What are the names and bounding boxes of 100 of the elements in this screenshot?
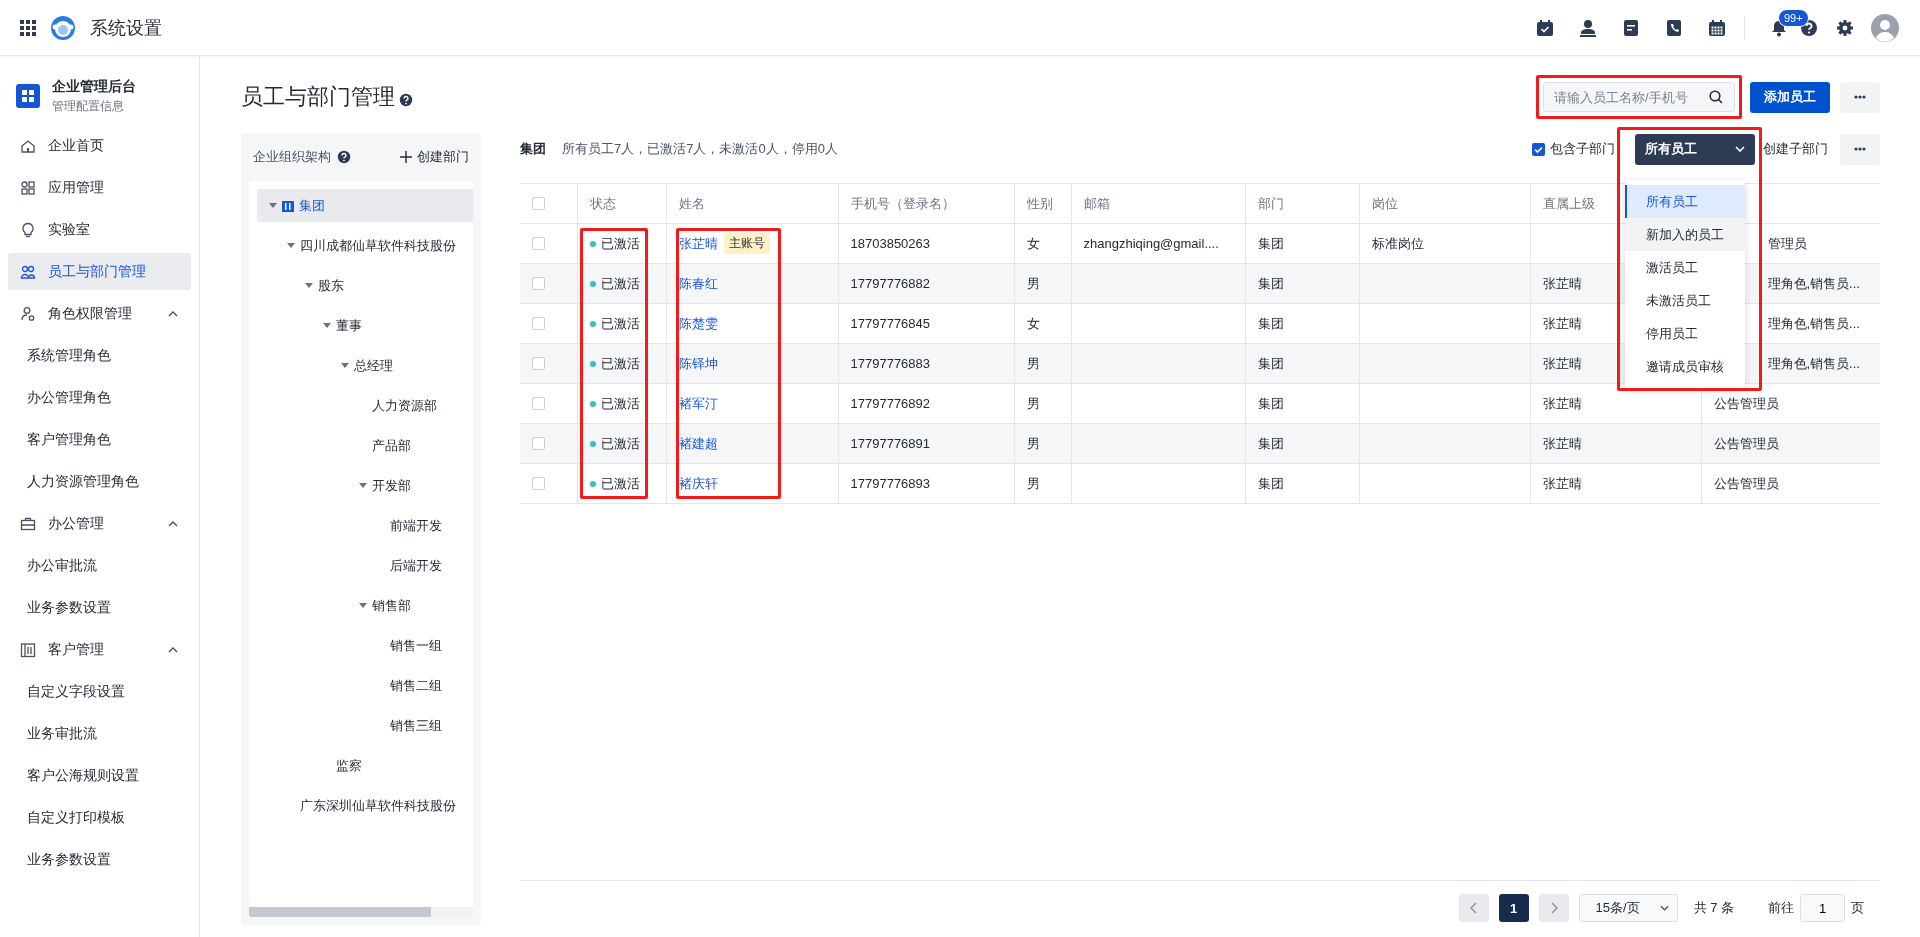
sidebar-item[interactable]: 业务参数设置 <box>8 841 191 878</box>
tree-node[interactable]: 监察 <box>257 749 473 782</box>
page-button[interactable]: 1 <box>1498 894 1529 922</box>
page-input[interactable]: 1 <box>1800 894 1845 922</box>
page-unit: 页 <box>1851 899 1864 917</box>
tree-node[interactable]: 集团 <box>257 189 473 222</box>
tree-node[interactable]: 销售二组 <box>257 669 473 702</box>
employee-name-link[interactable]: 陈春红 <box>678 274 718 293</box>
tree-node[interactable]: 产品部 <box>257 429 473 462</box>
checkbox[interactable] <box>532 277 545 290</box>
sidebar-group[interactable]: 客户管理 <box>8 631 191 668</box>
plus-icon <box>400 151 412 163</box>
tree-node[interactable]: 销售三组 <box>257 709 473 742</box>
notification-badge: 99+ <box>1778 8 1809 27</box>
table-cell: 张芷晴 <box>1530 423 1701 464</box>
employee-filter-select[interactable]: 所有员工 <box>1635 133 1755 165</box>
table-cell: 男 <box>1014 263 1071 304</box>
employee-name-link[interactable]: 张芷晴 <box>678 234 718 253</box>
tree-node[interactable]: 销售一组 <box>257 629 473 662</box>
status-dot <box>589 400 596 407</box>
sidebar-item[interactable]: 客户公海规则设置 <box>8 757 191 794</box>
tree-node[interactable]: 总经理 <box>257 349 473 382</box>
phone-book-icon[interactable] <box>1665 18 1683 37</box>
status-dot <box>589 480 596 487</box>
create-subdepartment-link[interactable]: 创建子部门 <box>1763 140 1828 158</box>
tree-node[interactable]: 前端开发 <box>257 509 473 542</box>
tree-node[interactable]: 董事 <box>257 309 473 342</box>
sidebar-item[interactable]: 办公管理角色 <box>8 379 191 416</box>
previous-page-button[interactable] <box>1458 894 1489 922</box>
tree-node[interactable]: 广东深圳仙草软件科技股份 <box>257 789 473 822</box>
group-name: 集团 <box>520 140 546 158</box>
calendar-check-icon[interactable] <box>1536 18 1554 37</box>
avatar-icon[interactable] <box>1870 12 1900 43</box>
sidebar-item[interactable]: 客户管理角色 <box>8 421 191 458</box>
goto-label: 前往 <box>1768 899 1794 917</box>
table-cell: zhangzhiqing@gmail.... <box>1071 223 1245 264</box>
employee-name-link[interactable]: 褚军汀 <box>678 394 718 413</box>
tree-node[interactable]: 股东 <box>257 269 473 302</box>
table-cell: 集团 <box>1245 423 1359 464</box>
help-icon[interactable] <box>1800 18 1818 37</box>
account-tag: 主账号 <box>723 233 770 254</box>
tree-node[interactable]: 开发部 <box>257 469 473 502</box>
page-title: 员工与部门管理 <box>241 83 395 111</box>
tree-node[interactable]: 销售部 <box>257 589 473 622</box>
sidebar-item[interactable]: 业务审批流 <box>8 715 191 752</box>
org-name: 企业管理后台 <box>52 77 136 96</box>
tree-node[interactable]: 四川成都仙草软件科技股份 <box>257 229 473 262</box>
person-icon[interactable] <box>1579 18 1597 37</box>
sidebar-item[interactable]: 应用管理 <box>8 169 191 206</box>
sidebar-item[interactable]: 自定义打印模板 <box>8 799 191 836</box>
sidebar-group[interactable]: 办公管理 <box>8 505 191 542</box>
settings-icon[interactable] <box>1836 18 1854 37</box>
next-page-button[interactable] <box>1538 894 1569 922</box>
table-cell: 集团 <box>1245 263 1359 304</box>
include-subdepartments-checkbox[interactable]: 包含子部门 <box>1532 140 1615 158</box>
add-employee-button[interactable]: 添加员工 <box>1750 81 1830 113</box>
sidebar-item[interactable]: 业务参数设置 <box>8 589 191 626</box>
employee-name-link[interactable]: 褚建超 <box>678 434 718 453</box>
menu-option[interactable]: 所有员工 <box>1625 185 1745 218</box>
employee-name-link[interactable]: 褚庆轩 <box>678 474 718 493</box>
sidebar-item[interactable]: 办公审批流 <box>8 547 191 584</box>
sidebar-item[interactable]: 自定义字段设置 <box>8 673 191 710</box>
create-department-button[interactable]: 创建部门 <box>400 148 469 166</box>
more-button[interactable] <box>1840 81 1880 113</box>
sidebar-item[interactable]: 企业首页 <box>8 127 191 164</box>
checkbox[interactable] <box>532 197 545 210</box>
apps-icon <box>20 179 36 196</box>
sidebar-item[interactable]: 系统管理角色 <box>8 337 191 374</box>
status-dot <box>589 240 596 247</box>
sidebar-group[interactable]: 角色权限管理 <box>8 295 191 332</box>
document-icon[interactable] <box>1622 18 1640 37</box>
status-text: 已激活 <box>600 474 640 493</box>
menu-option[interactable]: 新加入的员工 <box>1625 218 1745 251</box>
sidebar-item[interactable]: 实验室 <box>8 211 191 248</box>
table-cell: 17797776891 <box>838 423 1014 464</box>
table-cell: 标准岗位 <box>1359 223 1530 264</box>
status-dot <box>589 280 596 287</box>
checkbox[interactable] <box>532 317 545 330</box>
column-header: 岗位 <box>1359 183 1530 224</box>
table-cell: 集团 <box>1245 383 1359 424</box>
checkbox[interactable] <box>532 477 545 490</box>
checkbox[interactable] <box>532 237 545 250</box>
more-button[interactable] <box>1840 133 1880 165</box>
checkbox[interactable] <box>532 397 545 410</box>
search-field[interactable]: 请输入员工名称/手机号 <box>1543 82 1735 112</box>
checkbox[interactable] <box>532 437 545 450</box>
apps-grid-icon[interactable] <box>20 19 36 36</box>
table-cell: 张芷晴 <box>1530 463 1701 504</box>
caret-icon <box>1735 146 1745 152</box>
checkbox[interactable] <box>532 357 545 370</box>
page-size-select[interactable]: 15条/页 <box>1578 894 1678 922</box>
tree-node[interactable]: 后端开发 <box>257 549 473 582</box>
employee-name-link[interactable]: 陈铎坤 <box>678 354 718 373</box>
tree-node[interactable]: 人力资源部 <box>257 389 473 422</box>
table-cell: 17797776845 <box>838 303 1014 344</box>
sidebar-item[interactable]: 员工与部门管理 <box>8 253 191 290</box>
employee-name-link[interactable]: 陈楚雯 <box>678 314 718 333</box>
sidebar-item[interactable]: 人力资源管理角色 <box>8 463 191 500</box>
table-cell: 男 <box>1014 463 1071 504</box>
calendar-icon[interactable] <box>1708 18 1726 37</box>
